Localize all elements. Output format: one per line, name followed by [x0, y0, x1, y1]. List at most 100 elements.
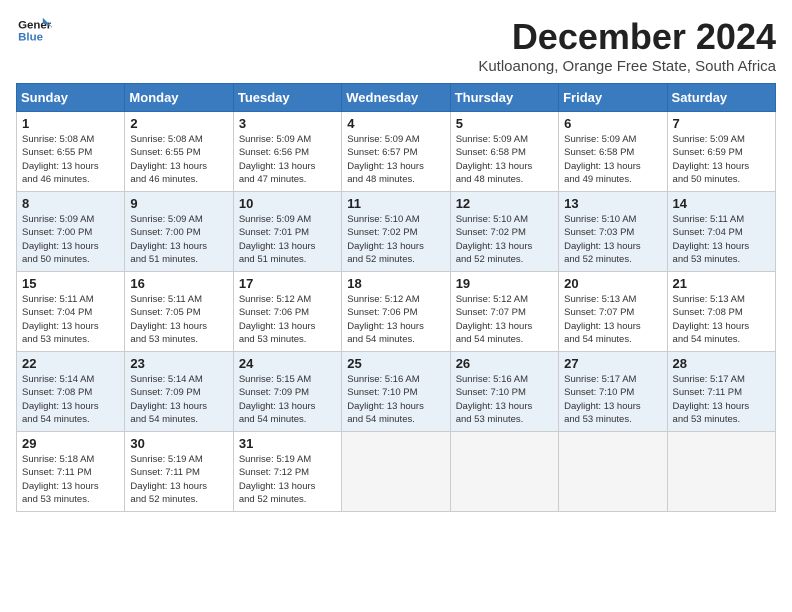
day-info: Sunrise: 5:15 AM Sunset: 7:09 PM Dayligh…: [239, 373, 336, 426]
calendar-cell: 21 Sunrise: 5:13 AM Sunset: 7:08 PM Dayli…: [667, 272, 775, 352]
calendar-cell: 9Sunrise: 5:09 AM Sunset: 7:00 PM Daylig…: [125, 192, 233, 272]
day-number: 19: [456, 276, 553, 291]
calendar-cell: 1Sunrise: 5:08 AM Sunset: 6:55 PM Daylig…: [17, 112, 125, 192]
calendar-week-row: 29 Sunrise: 5:18 AM Sunset: 7:11 PM Dayli…: [17, 432, 776, 512]
day-info: Sunrise: 5:09 AM Sunset: 7:01 PM Dayligh…: [239, 213, 336, 266]
day-info: Sunrise: 5:08 AM Sunset: 6:55 PM Dayligh…: [22, 133, 119, 186]
day-info: Sunrise: 5:10 AM Sunset: 7:02 PM Dayligh…: [347, 213, 444, 266]
day-number: 23: [130, 356, 227, 371]
day-number: 7: [673, 116, 770, 131]
calendar-cell: 18 Sunrise: 5:12 AM Sunset: 7:06 PM Dayli…: [342, 272, 450, 352]
calendar-cell: 23Sunrise: 5:14 AM Sunset: 7:09 PM Dayli…: [125, 352, 233, 432]
day-header: Friday: [559, 84, 667, 112]
calendar-cell: 26Sunrise: 5:16 AM Sunset: 7:10 PM Dayli…: [450, 352, 558, 432]
header-row: SundayMondayTuesdayWednesdayThursdayFrid…: [17, 84, 776, 112]
day-number: 28: [673, 356, 770, 371]
calendar-cell: 28Sunrise: 5:17 AM Sunset: 7:11 PM Dayli…: [667, 352, 775, 432]
calendar-cell: 10 Sunrise: 5:09 AM Sunset: 7:01 PM Dayli…: [233, 192, 341, 272]
day-info: Sunrise: 5:19 AM Sunset: 7:11 PM Dayligh…: [130, 453, 227, 506]
calendar-cell: 31 Sunrise: 5:19 AM Sunset: 7:12 PM Dayli…: [233, 432, 341, 512]
day-number: 16: [130, 276, 227, 291]
calendar-cell: 11 Sunrise: 5:10 AM Sunset: 7:02 PM Dayli…: [342, 192, 450, 272]
svg-text:General: General: [18, 19, 52, 31]
calendar-cell: 8 Sunrise: 5:09 AM Sunset: 7:00 PM Daylig…: [17, 192, 125, 272]
day-header: Thursday: [450, 84, 558, 112]
svg-text:Blue: Blue: [18, 32, 43, 44]
day-info: Sunrise: 5:11 AM Sunset: 7:05 PM Dayligh…: [130, 293, 227, 346]
day-number: 10: [239, 196, 336, 211]
day-number: 5: [456, 116, 553, 131]
calendar-cell: 2 Sunrise: 5:08 AM Sunset: 6:55 PM Daylig…: [125, 112, 233, 192]
calendar-cell: 14Sunrise: 5:11 AM Sunset: 7:04 PM Dayli…: [667, 192, 775, 272]
calendar-week-row: 22 Sunrise: 5:14 AM Sunset: 7:08 PM Dayli…: [17, 352, 776, 432]
day-number: 6: [564, 116, 661, 131]
day-info: Sunrise: 5:09 AM Sunset: 6:56 PM Dayligh…: [239, 133, 336, 186]
calendar-table: SundayMondayTuesdayWednesdayThursdayFrid…: [16, 83, 776, 512]
day-info: Sunrise: 5:12 AM Sunset: 7:06 PM Dayligh…: [347, 293, 444, 346]
calendar-cell: 22 Sunrise: 5:14 AM Sunset: 7:08 PM Dayli…: [17, 352, 125, 432]
calendar-cell: 7 Sunrise: 5:09 AM Sunset: 6:59 PM Daylig…: [667, 112, 775, 192]
day-info: Sunrise: 5:09 AM Sunset: 7:00 PM Dayligh…: [22, 213, 119, 266]
day-number: 30: [130, 436, 227, 451]
calendar-cell: 15Sunrise: 5:11 AM Sunset: 7:04 PM Dayli…: [17, 272, 125, 352]
day-number: 12: [456, 196, 553, 211]
day-info: Sunrise: 5:12 AM Sunset: 7:06 PM Dayligh…: [239, 293, 336, 346]
day-header: Tuesday: [233, 84, 341, 112]
calendar-cell: [342, 432, 450, 512]
calendar-cell: 19 Sunrise: 5:12 AM Sunset: 7:07 PM Dayli…: [450, 272, 558, 352]
day-info: Sunrise: 5:16 AM Sunset: 7:10 PM Dayligh…: [347, 373, 444, 426]
calendar-week-row: 15Sunrise: 5:11 AM Sunset: 7:04 PM Dayli…: [17, 272, 776, 352]
calendar-cell: [450, 432, 558, 512]
day-info: Sunrise: 5:10 AM Sunset: 7:03 PM Dayligh…: [564, 213, 661, 266]
calendar-cell: 30 Sunrise: 5:19 AM Sunset: 7:11 PM Dayli…: [125, 432, 233, 512]
day-info: Sunrise: 5:08 AM Sunset: 6:55 PM Dayligh…: [130, 133, 227, 186]
day-number: 8: [22, 196, 119, 211]
day-info: Sunrise: 5:09 AM Sunset: 6:58 PM Dayligh…: [456, 133, 553, 186]
calendar-cell: [667, 432, 775, 512]
day-number: 27: [564, 356, 661, 371]
day-info: Sunrise: 5:12 AM Sunset: 7:07 PM Dayligh…: [456, 293, 553, 346]
day-info: Sunrise: 5:13 AM Sunset: 7:07 PM Dayligh…: [564, 293, 661, 346]
day-number: 2: [130, 116, 227, 131]
day-info: Sunrise: 5:09 AM Sunset: 6:58 PM Dayligh…: [564, 133, 661, 186]
day-number: 11: [347, 196, 444, 211]
day-number: 18: [347, 276, 444, 291]
day-info: Sunrise: 5:09 AM Sunset: 6:59 PM Dayligh…: [673, 133, 770, 186]
day-info: Sunrise: 5:09 AM Sunset: 7:00 PM Dayligh…: [130, 213, 227, 266]
day-header: Wednesday: [342, 84, 450, 112]
calendar-cell: 12 Sunrise: 5:10 AM Sunset: 7:02 PM Dayli…: [450, 192, 558, 272]
day-number: 20: [564, 276, 661, 291]
calendar-cell: 5 Sunrise: 5:09 AM Sunset: 6:58 PM Daylig…: [450, 112, 558, 192]
day-info: Sunrise: 5:18 AM Sunset: 7:11 PM Dayligh…: [22, 453, 119, 506]
calendar-cell: 25 Sunrise: 5:16 AM Sunset: 7:10 PM Dayli…: [342, 352, 450, 432]
day-number: 4: [347, 116, 444, 131]
title-area: December 2024 Kutloanong, Orange Free St…: [478, 16, 776, 75]
day-info: Sunrise: 5:10 AM Sunset: 7:02 PM Dayligh…: [456, 213, 553, 266]
day-number: 3: [239, 116, 336, 131]
day-number: 31: [239, 436, 336, 451]
calendar-cell: 3 Sunrise: 5:09 AM Sunset: 6:56 PM Daylig…: [233, 112, 341, 192]
calendar-cell: 16 Sunrise: 5:11 AM Sunset: 7:05 PM Dayli…: [125, 272, 233, 352]
month-title: December 2024: [478, 16, 776, 58]
day-info: Sunrise: 5:17 AM Sunset: 7:10 PM Dayligh…: [564, 373, 661, 426]
calendar-cell: 27 Sunrise: 5:17 AM Sunset: 7:10 PM Dayli…: [559, 352, 667, 432]
day-number: 24: [239, 356, 336, 371]
subtitle: Kutloanong, Orange Free State, South Afr…: [478, 58, 776, 75]
calendar-cell: 13Sunrise: 5:10 AM Sunset: 7:03 PM Dayli…: [559, 192, 667, 272]
day-number: 26: [456, 356, 553, 371]
calendar-week-row: 8 Sunrise: 5:09 AM Sunset: 7:00 PM Daylig…: [17, 192, 776, 272]
day-info: Sunrise: 5:13 AM Sunset: 7:08 PM Dayligh…: [673, 293, 770, 346]
day-number: 29: [22, 436, 119, 451]
header: General Blue December 2024 Kutloanong, O…: [16, 16, 776, 75]
logo: General Blue: [16, 16, 52, 46]
day-number: 15: [22, 276, 119, 291]
day-number: 21: [673, 276, 770, 291]
day-header: Sunday: [17, 84, 125, 112]
day-info: Sunrise: 5:19 AM Sunset: 7:12 PM Dayligh…: [239, 453, 336, 506]
day-number: 22: [22, 356, 119, 371]
calendar-cell: 29 Sunrise: 5:18 AM Sunset: 7:11 PM Dayli…: [17, 432, 125, 512]
day-number: 25: [347, 356, 444, 371]
calendar-cell: 20 Sunrise: 5:13 AM Sunset: 7:07 PM Dayli…: [559, 272, 667, 352]
calendar-cell: 17Sunrise: 5:12 AM Sunset: 7:06 PM Dayli…: [233, 272, 341, 352]
day-info: Sunrise: 5:14 AM Sunset: 7:08 PM Dayligh…: [22, 373, 119, 426]
